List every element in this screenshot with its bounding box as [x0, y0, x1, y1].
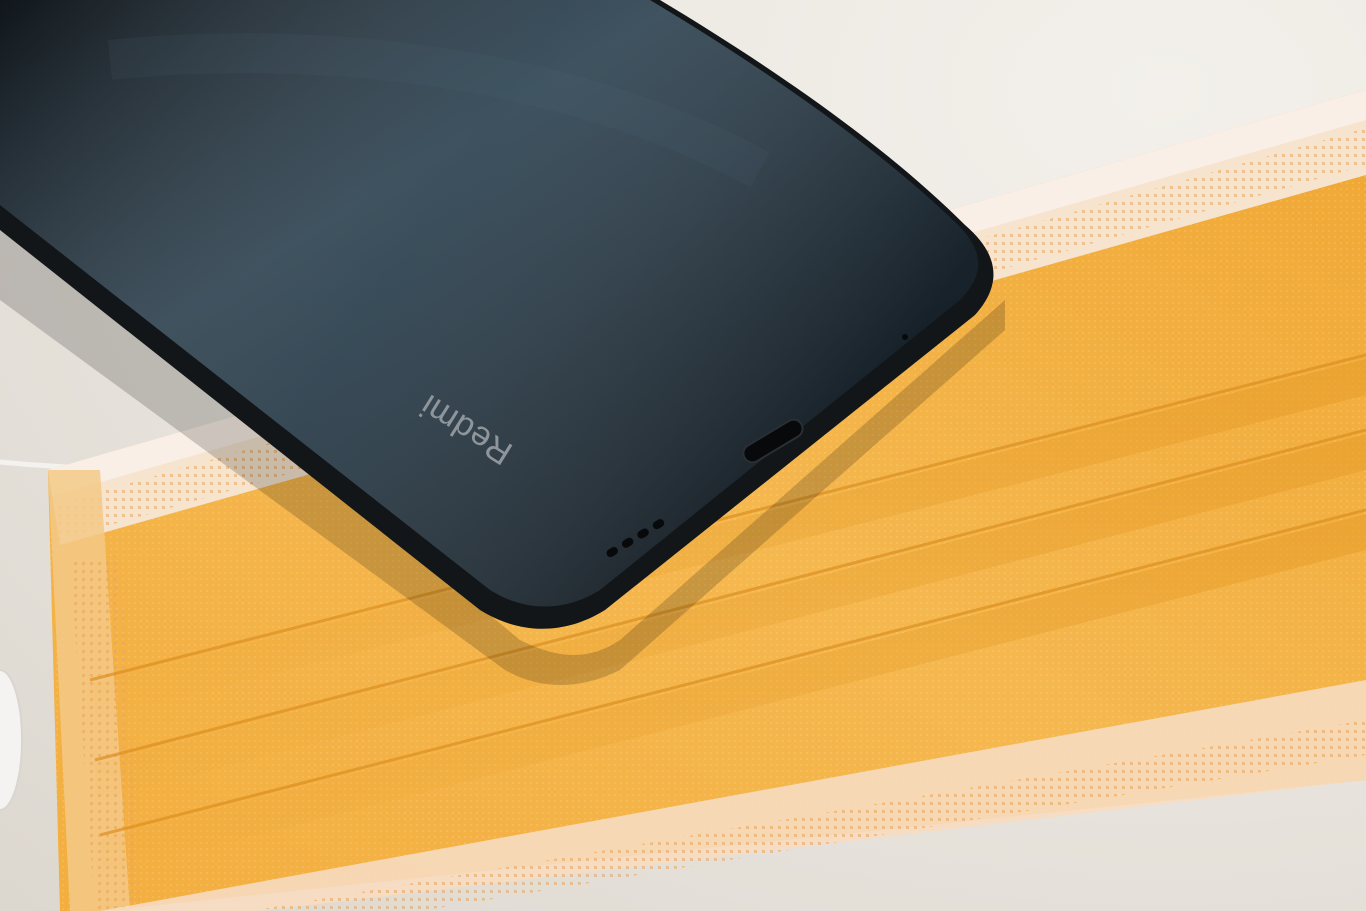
round-white-object	[0, 669, 23, 811]
microphone-hole	[902, 334, 908, 340]
photo-scene: Redmi	[0, 0, 1366, 911]
photo-illustration: Redmi	[0, 0, 1366, 911]
